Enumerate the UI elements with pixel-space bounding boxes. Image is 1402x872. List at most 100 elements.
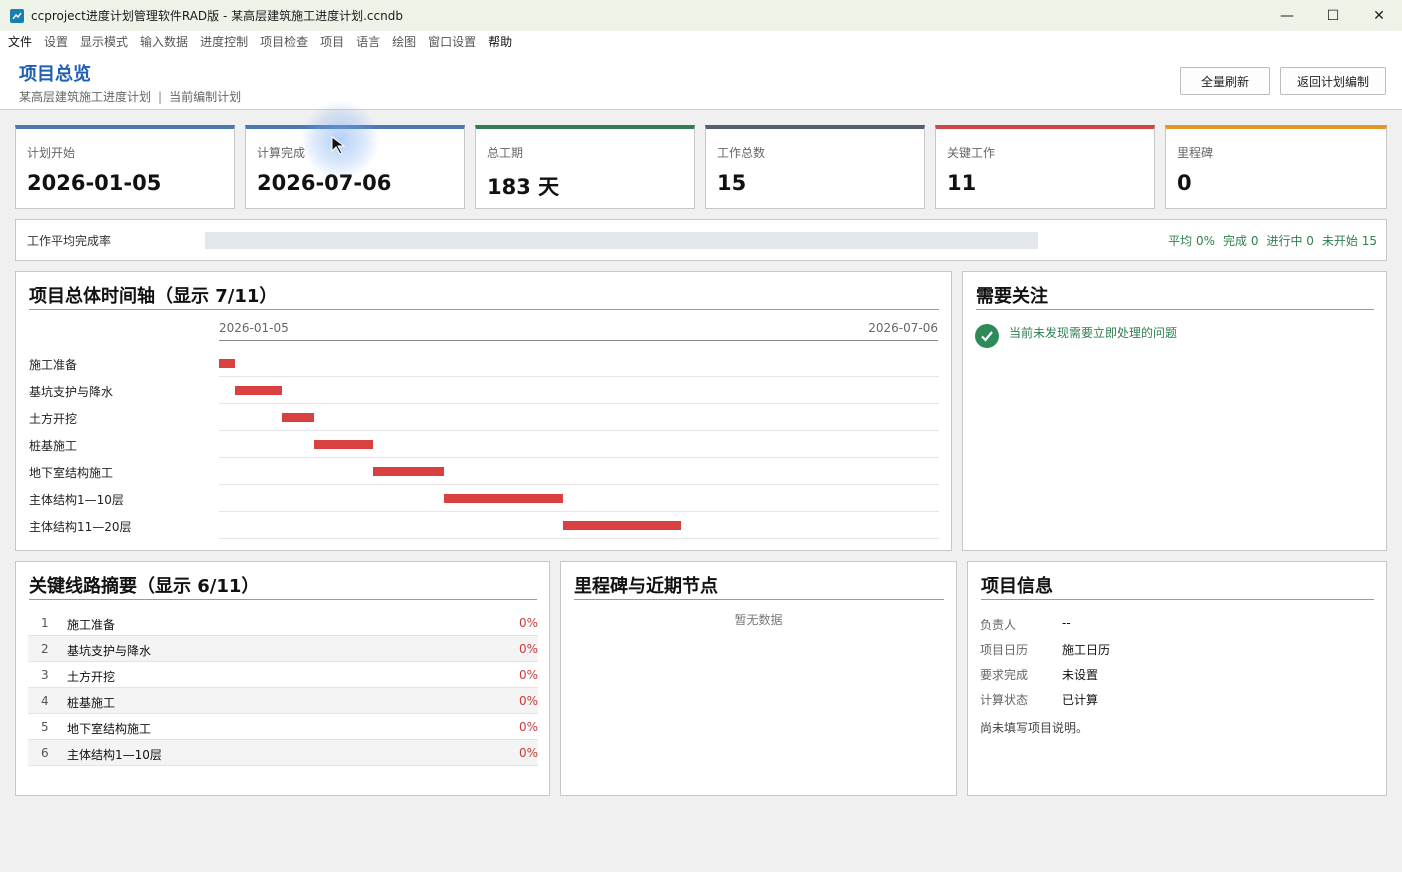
menu-drawing[interactable]: 绘图: [386, 33, 422, 50]
page-header: 项目总览 某高层建筑施工进度计划 | 当前编制计划 全量刷新 返回计划编制: [0, 51, 1402, 110]
stat-label: 计算完成: [257, 146, 306, 160]
stat-value: 15: [717, 171, 747, 195]
stat-card-plan-start: 计划开始 2026-01-05: [15, 125, 235, 209]
breadcrumb-separator: |: [158, 90, 163, 104]
critical-path-index: 5: [41, 720, 49, 734]
project-info-value: 施工日历: [1062, 643, 1111, 657]
project-name: 某高层建筑施工进度计划: [19, 90, 152, 104]
critical-path-percent: 0%: [518, 616, 538, 630]
critical-path-name: 基坑支护与降水: [67, 644, 152, 658]
menu-language[interactable]: 语言: [350, 33, 386, 50]
progress-average: 平均 0%: [1168, 234, 1215, 248]
timeline-row-label: 土方开挖: [29, 412, 78, 426]
critical-path-name: 桩基施工: [67, 696, 116, 710]
menu-project-check[interactable]: 项目检查: [254, 33, 314, 50]
stat-card-critical-tasks: 关键工作 11: [935, 125, 1155, 209]
attention-message: 当前未发现需要立即处理的问题: [1009, 326, 1178, 340]
menu-help[interactable]: 帮助: [482, 33, 518, 50]
project-info-key: 计算状态: [980, 693, 1029, 707]
stat-value: 183 天: [487, 175, 560, 199]
timeline-start-date: 2026-01-05: [219, 321, 289, 335]
project-info-key: 负责人: [980, 618, 1017, 632]
window-controls: — ☐ ✕: [1264, 0, 1402, 31]
timeline-bar[interactable]: [313, 440, 374, 449]
timeline-row-label: 主体结构1—10层: [29, 493, 124, 507]
milestones-title-rule: [574, 599, 944, 600]
critical-path-row[interactable]: 5 地下室结构施工 0%: [28, 714, 538, 740]
critical-path-percent: 0%: [518, 668, 538, 682]
progress-bar: [205, 232, 1038, 249]
window-title: ccproject进度计划管理软件RAD版 - 某高层建筑施工进度计划.ccnd…: [31, 9, 403, 23]
menu-progress-control[interactable]: 进度控制: [194, 33, 254, 50]
project-info-panel: 项目信息 负责人 -- 项目日历 施工日历 要求完成 未设置 计算状态 已计算 尚未填写项目说…: [967, 561, 1387, 796]
timeline-title-rule: [29, 309, 939, 310]
back-to-planning-button[interactable]: 返回计划编制: [1280, 67, 1386, 95]
menu-window-settings[interactable]: 窗口设置: [422, 33, 482, 50]
critical-path-name: 地下室结构施工: [67, 722, 152, 736]
app-icon: [10, 8, 24, 23]
timeline-row: 基坑支护与降水: [29, 377, 939, 404]
project-info-title-rule: [981, 599, 1374, 600]
stat-label: 总工期: [487, 146, 524, 160]
timeline-row-line: [219, 538, 939, 539]
timeline-bar[interactable]: [444, 494, 563, 503]
stat-value: 11: [947, 171, 977, 195]
critical-path-name: 施工准备: [67, 618, 116, 632]
timeline-row: 施工准备: [29, 350, 939, 377]
stat-card-milestones: 里程碑 0: [1165, 125, 1387, 209]
attention-panel: 需要关注 当前未发现需要立即处理的问题: [962, 271, 1387, 551]
timeline-row: 主体结构11—20层: [29, 512, 939, 539]
close-button[interactable]: ✕: [1356, 0, 1402, 31]
timeline-bar[interactable]: [234, 386, 283, 395]
critical-path-row[interactable]: 3 土方开挖 0%: [28, 662, 538, 688]
menu-file[interactable]: 文件: [2, 33, 38, 50]
critical-path-row[interactable]: 4 桩基施工 0%: [28, 688, 538, 714]
progress-label: 工作平均完成率: [27, 234, 112, 248]
menu-bar: 文件 设置 显示模式 输入数据 进度控制 项目检查 项目 语言 绘图 窗口设置 …: [0, 31, 1402, 51]
minimize-button[interactable]: —: [1264, 0, 1310, 31]
menu-input-data[interactable]: 输入数据: [134, 33, 194, 50]
critical-path-row[interactable]: 2 基坑支护与降水 0%: [28, 636, 538, 662]
critical-path-panel: 关键线路摘要（显示 6/11） 1 施工准备 0% 2 基坑支护与降水 0% 3 土方开挖 0%…: [15, 561, 550, 796]
progress-not-started: 未开始 15: [1321, 234, 1377, 248]
critical-path-percent: 0%: [518, 642, 538, 656]
timeline-row-label: 施工准备: [29, 358, 78, 372]
timeline-row-label: 基坑支护与降水: [29, 385, 114, 399]
critical-path-name: 主体结构1—10层: [67, 748, 162, 762]
timeline-row-label: 主体结构11—20层: [29, 520, 132, 534]
timeline-row: 主体结构1—10层: [29, 485, 939, 512]
timeline-row-label: 桩基施工: [29, 439, 78, 453]
page-title: 项目总览: [19, 64, 91, 85]
stat-card-total-duration: 总工期 183 天: [475, 125, 695, 209]
project-info-title: 项目信息: [981, 576, 1053, 597]
timeline-axis: [219, 340, 938, 341]
mouse-cursor: [300, 100, 380, 180]
critical-path-percent: 0%: [518, 720, 538, 734]
critical-path-index: 1: [41, 616, 49, 630]
menu-display-mode[interactable]: 显示模式: [74, 33, 134, 50]
cursor-arrow-icon: [331, 136, 346, 155]
project-info-value: 已计算: [1062, 693, 1099, 707]
timeline-bar[interactable]: [219, 359, 235, 368]
timeline-end-date: 2026-07-06: [868, 321, 938, 335]
timeline-bar[interactable]: [282, 413, 314, 422]
milestones-panel: 里程碑与近期节点 暂无数据: [560, 561, 957, 796]
stat-card-total-tasks: 工作总数 15: [705, 125, 925, 209]
progress-done: 完成 0: [1223, 234, 1259, 248]
timeline-bar[interactable]: [373, 467, 445, 476]
menu-settings[interactable]: 设置: [38, 33, 74, 50]
critical-path-row[interactable]: 6 主体结构1—10层 0%: [28, 740, 538, 766]
breadcrumb: 某高层建筑施工进度计划 | 当前编制计划: [19, 88, 241, 105]
average-progress-card: 工作平均完成率 平均 0% 完成 0 进行中 0 未开始 15: [15, 219, 1387, 261]
refresh-all-button[interactable]: 全量刷新: [1180, 67, 1270, 95]
progress-in-progress: 进行中 0: [1266, 234, 1314, 248]
timeline-bar[interactable]: [562, 521, 682, 530]
timeline-title: 项目总体时间轴（显示 7/11）: [29, 286, 278, 307]
maximize-button[interactable]: ☐: [1310, 0, 1356, 31]
critical-path-index: 6: [41, 746, 49, 760]
timeline-row: 地下室结构施工: [29, 458, 939, 485]
project-info-value: --: [1062, 616, 1071, 630]
menu-project[interactable]: 项目: [314, 33, 350, 50]
project-info-note: 尚未填写项目说明。: [980, 721, 1089, 735]
critical-path-row[interactable]: 1 施工准备 0%: [28, 610, 538, 636]
